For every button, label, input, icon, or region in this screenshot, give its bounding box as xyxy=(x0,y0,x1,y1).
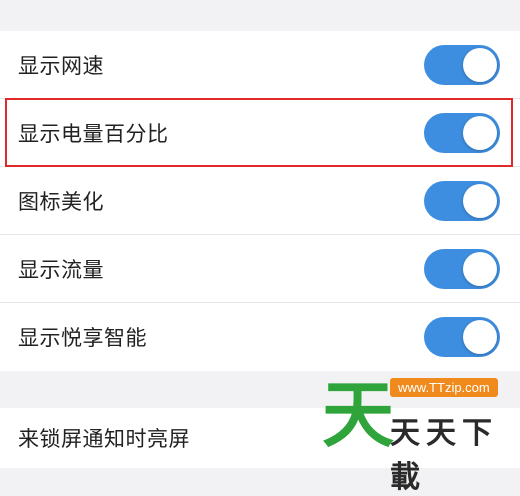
top-spacer xyxy=(0,0,520,31)
toggle-knob xyxy=(463,183,497,218)
setting-row-icon-beautify[interactable]: 图标美化 xyxy=(0,167,520,235)
setting-label: 来锁屏通知时亮屏 xyxy=(18,427,190,451)
watermark-url: www.TTzip.com xyxy=(390,378,498,397)
status-bar-settings-group: 显示网速 显示电量百分比 图标美化 显示流量 显示悦享智能 xyxy=(0,31,520,371)
watermark-logo: 天 www.TTzip.com 天天下載 xyxy=(318,372,508,495)
setting-label: 显示流量 xyxy=(18,257,104,282)
data-usage-toggle[interactable] xyxy=(424,248,500,289)
setting-row-battery-percentage[interactable]: 显示电量百分比 xyxy=(0,99,520,167)
setting-row-data-usage[interactable]: 显示流量 xyxy=(0,235,520,303)
toggle-knob xyxy=(463,115,497,150)
setting-label: 图标美化 xyxy=(18,189,104,214)
toggle-knob xyxy=(463,320,497,354)
icon-beautify-toggle[interactable] xyxy=(424,180,500,221)
setting-label: 显示悦享智能 xyxy=(18,326,147,350)
toggle-knob xyxy=(463,251,497,286)
setting-label: 显示网速 xyxy=(18,53,104,78)
watermark-logo-char: 天 xyxy=(322,373,395,457)
setting-row-smart-service[interactable]: 显示悦享智能 xyxy=(0,303,520,371)
watermark-text: 天天下載 xyxy=(390,416,498,495)
setting-row-network-speed[interactable]: 显示网速 xyxy=(0,31,520,99)
network-speed-toggle[interactable] xyxy=(424,44,500,85)
setting-label: 显示电量百分比 xyxy=(18,121,169,146)
smart-service-toggle[interactable] xyxy=(424,317,500,357)
toggle-knob xyxy=(463,47,497,82)
battery-percentage-toggle[interactable] xyxy=(424,112,500,153)
